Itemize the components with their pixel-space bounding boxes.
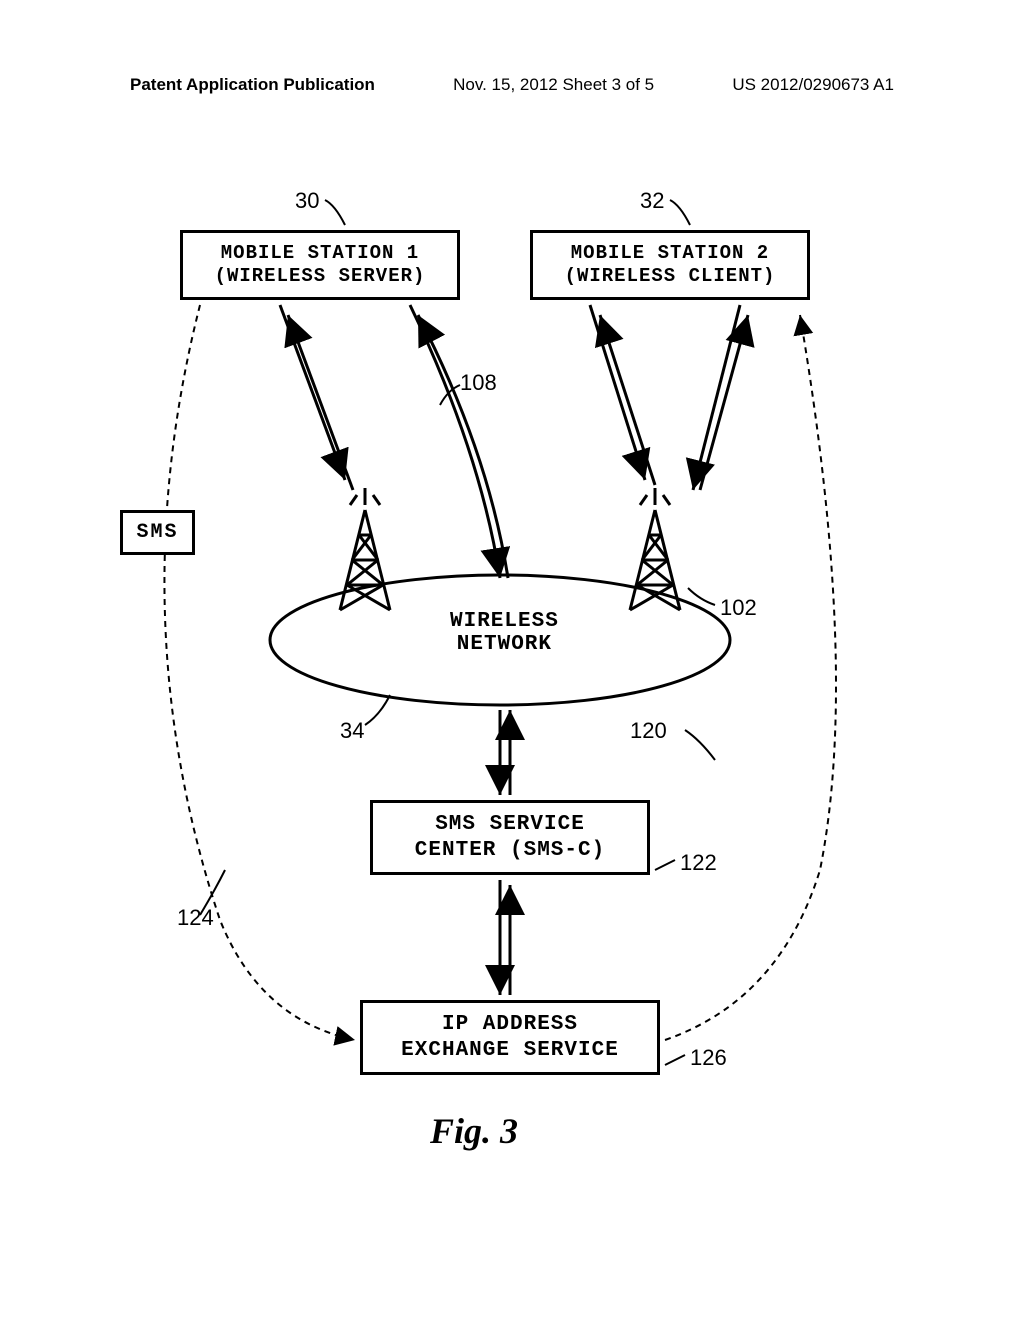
ip-line2: EXCHANGE SERVICE [401,1038,619,1063]
header-date-sheet: Nov. 15, 2012 Sheet 3 of 5 [453,75,654,95]
ip-line1: IP ADDRESS [442,1012,578,1037]
smsc-line1: SMS SERVICE [435,812,585,837]
wireless-line1: WIRELESS [450,610,559,633]
diagram-container: MOBILE STATION 1 (WIRELESS SERVER) MOBIL… [100,170,924,1170]
mobile1-line2: (WIRELESS SERVER) [215,265,426,288]
sms-label: SMS [136,521,178,545]
ref-108: 108 [460,370,497,396]
ref-122: 122 [680,850,717,876]
ref-32: 32 [640,188,664,214]
mobile-station-2-box: MOBILE STATION 2 (WIRELESS CLIENT) [530,230,810,300]
sms-service-center-box: SMS SERVICE CENTER (SMS-C) [370,800,650,875]
ref-34: 34 [340,718,364,744]
wireless-line2: NETWORK [450,633,559,656]
ref-126: 126 [690,1045,727,1071]
mobile1-line1: MOBILE STATION 1 [221,242,419,265]
mobile-station-1-box: MOBILE STATION 1 (WIRELESS SERVER) [180,230,460,300]
sms-box: SMS [120,510,195,555]
ref-30: 30 [295,188,319,214]
smsc-line2: CENTER (SMS-C) [415,838,605,863]
ip-address-exchange-box: IP ADDRESS EXCHANGE SERVICE [360,1000,660,1075]
mobile2-line2: (WIRELESS CLIENT) [565,265,776,288]
ref-124: 124 [177,905,214,931]
header-patent-number: US 2012/0290673 A1 [732,75,894,95]
header-publication: Patent Application Publication [130,75,375,95]
mobile2-line1: MOBILE STATION 2 [571,242,769,265]
ref-102: 102 [720,595,757,621]
figure-label: Fig. 3 [430,1110,518,1152]
ref-120: 120 [630,718,667,744]
wireless-network-label: WIRELESS NETWORK [450,610,559,656]
